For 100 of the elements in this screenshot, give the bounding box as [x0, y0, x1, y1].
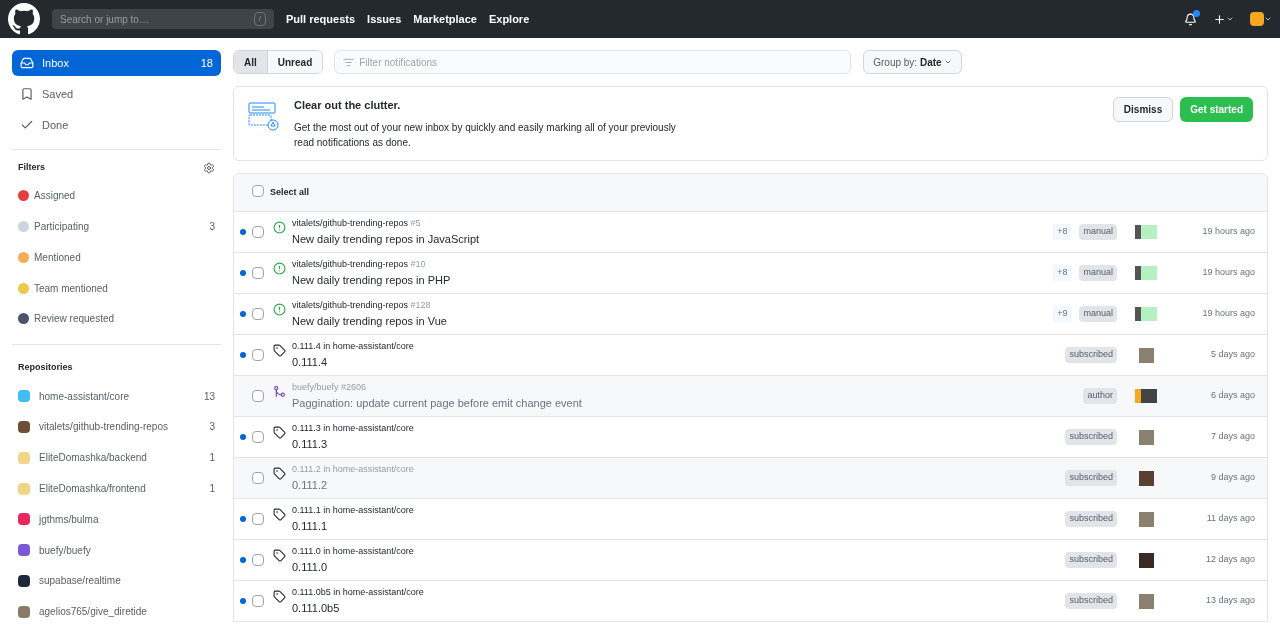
- banner-title: Clear out the clutter.: [294, 98, 402, 113]
- issue-icon: [272, 262, 286, 275]
- nav-link[interactable]: Pull requests: [286, 10, 356, 28]
- count-label: 1: [209, 451, 215, 466]
- filter-placeholder: Filter notifications: [359, 55, 438, 70]
- count-label: 1: [209, 482, 215, 496]
- notification-title: Paggination: update current page before emit change event: [292, 395, 582, 411]
- tag-icon: [272, 467, 286, 480]
- time-label: 12 days ago: [1204, 553, 1255, 567]
- repository-label: 0.111.1 in home-assistant/core: [292, 504, 414, 517]
- sidebar-item[interactable]: Saved: [12, 81, 221, 107]
- settings-icon[interactable]: [203, 161, 215, 174]
- avatar-stack: [1135, 307, 1157, 321]
- search-field[interactable]: Search or jump to… /: [52, 9, 274, 29]
- tag-icon: [272, 549, 286, 562]
- row-checkbox[interactable]: [252, 472, 264, 484]
- nav-link[interactable]: Explore: [488, 10, 530, 28]
- notification-title: 0.111.4: [292, 354, 329, 370]
- row-checkbox[interactable]: [252, 267, 264, 279]
- tag-icon: [272, 426, 286, 439]
- repository-item[interactable]: EliteDomashka/backend 1: [12, 442, 221, 474]
- count-label: 13: [203, 389, 215, 404]
- filter-item[interactable]: Assigned: [12, 180, 221, 212]
- bell-icon: [1184, 12, 1197, 26]
- caret-icon: [1264, 15, 1272, 23]
- checkmark-icon: [20, 118, 34, 132]
- filter-item[interactable]: Review requested: [12, 303, 221, 335]
- repository-item[interactable]: jgthms/bulma: [12, 503, 221, 535]
- user-menu-button[interactable]: [1250, 12, 1272, 26]
- repository-label: 0.111.0b5 in home-assistant/core: [292, 586, 424, 599]
- notifications-button[interactable]: [1184, 12, 1197, 26]
- filter-item[interactable]: Team mentioned: [12, 272, 221, 304]
- notification-row[interactable]: 0.111.2 in home-assistant/core 0.111.2 subscribed 9 days ago: [234, 457, 1267, 498]
- notification-title: 0.111.3: [292, 436, 329, 452]
- count-label: 3: [209, 420, 215, 435]
- reason-label: subscribed: [1065, 552, 1117, 568]
- repository-label: 0.111.3 in home-assistant/core: [292, 422, 414, 435]
- reason-label: subscribed: [1065, 429, 1117, 445]
- filter-tab[interactable]: All: [234, 51, 267, 73]
- nav-link[interactable]: Marketplace: [413, 10, 477, 28]
- reason-label: manual: [1079, 306, 1117, 322]
- section-heading: Filters: [18, 161, 45, 174]
- tag-icon: [272, 508, 286, 521]
- select-all-checkbox[interactable]: [252, 184, 264, 197]
- notification-title: 0.111.1: [292, 518, 329, 534]
- repository-item[interactable]: supabase/realtime: [12, 565, 221, 597]
- repository-label: 0.111.2 in home-assistant/core: [292, 463, 414, 476]
- time-label: 5 days ago: [1209, 348, 1255, 362]
- notification-title: 0.111.2: [292, 477, 329, 493]
- row-checkbox[interactable]: [252, 431, 264, 443]
- caret-icon: [943, 58, 952, 66]
- row-checkbox[interactable]: [252, 554, 264, 566]
- tag-icon: [272, 590, 286, 603]
- dismiss-button[interactable]: Dismiss: [1112, 97, 1174, 122]
- reason-label: subscribed: [1065, 511, 1117, 527]
- filter-tab[interactable]: Unread: [266, 51, 323, 73]
- notification-row[interactable]: buefy/buefy #2606 Paggination: update current page before emit change event author 6 days ago: [234, 375, 1267, 416]
- repository-avatar: [18, 451, 30, 464]
- reason-label: manual: [1079, 224, 1117, 240]
- participant-count: +8: [1053, 265, 1072, 281]
- row-checkbox[interactable]: [252, 349, 264, 361]
- time-label: 7 days ago: [1209, 430, 1255, 444]
- banner-text: Get the most out of your new inbox by quickly and easily marking all of your previously read notifications as done.: [294, 120, 677, 150]
- tag-icon: [272, 344, 286, 357]
- repository-item[interactable]: buefy/buefy: [12, 534, 221, 566]
- repository-item[interactable]: vitalets/github-trending-repos 3: [12, 411, 221, 443]
- time-label: 19 hours ago: [1201, 225, 1255, 239]
- plus-icon: [1213, 12, 1226, 26]
- avatar-placeholder: [1138, 470, 1154, 486]
- row-checkbox[interactable]: [252, 226, 264, 238]
- time-label: 19 hours ago: [1201, 266, 1255, 280]
- avatar-stack: [1135, 389, 1157, 403]
- sidebar-item[interactable]: Done: [12, 112, 221, 138]
- sidebar-item[interactable]: Inbox 18: [12, 50, 221, 76]
- reason-label: subscribed: [1065, 347, 1117, 363]
- group-by-button[interactable]: Group by: Date: [863, 50, 962, 74]
- filter-icon: [343, 56, 355, 68]
- row-checkbox[interactable]: [252, 390, 264, 402]
- row-checkbox[interactable]: [252, 308, 264, 320]
- notification-title: New daily trending repos in PHP: [292, 272, 451, 288]
- repository-item[interactable]: EliteDomashka/frontend 1: [12, 473, 221, 504]
- row-checkbox[interactable]: [252, 595, 264, 607]
- octocat-logo-icon[interactable]: [8, 3, 40, 35]
- filter-item[interactable]: Mentioned: [12, 242, 221, 273]
- repository-avatar: [18, 420, 30, 433]
- repository-label: vitalets/github-trending-repos #10: [292, 258, 427, 271]
- repository-item[interactable]: home-assistant/core 13: [12, 380, 221, 412]
- filter-item[interactable]: Participating 3: [12, 211, 221, 243]
- create-new-button[interactable]: [1213, 12, 1234, 26]
- time-label: 6 days ago: [1209, 389, 1255, 403]
- avatar-placeholder: [1138, 347, 1154, 363]
- row-checkbox[interactable]: [252, 513, 264, 525]
- nav-link[interactable]: Issues: [367, 10, 402, 28]
- time-label: 9 days ago: [1209, 471, 1255, 485]
- notification-title: 0.111.0b5: [292, 600, 341, 616]
- time-label: 11 days ago: [1205, 512, 1255, 526]
- section-heading: Repositories: [17, 361, 74, 375]
- inbox-icon: [20, 56, 34, 70]
- repository-item[interactable]: agelios765/give_diretide: [12, 596, 221, 627]
- issue-icon: [272, 303, 286, 316]
